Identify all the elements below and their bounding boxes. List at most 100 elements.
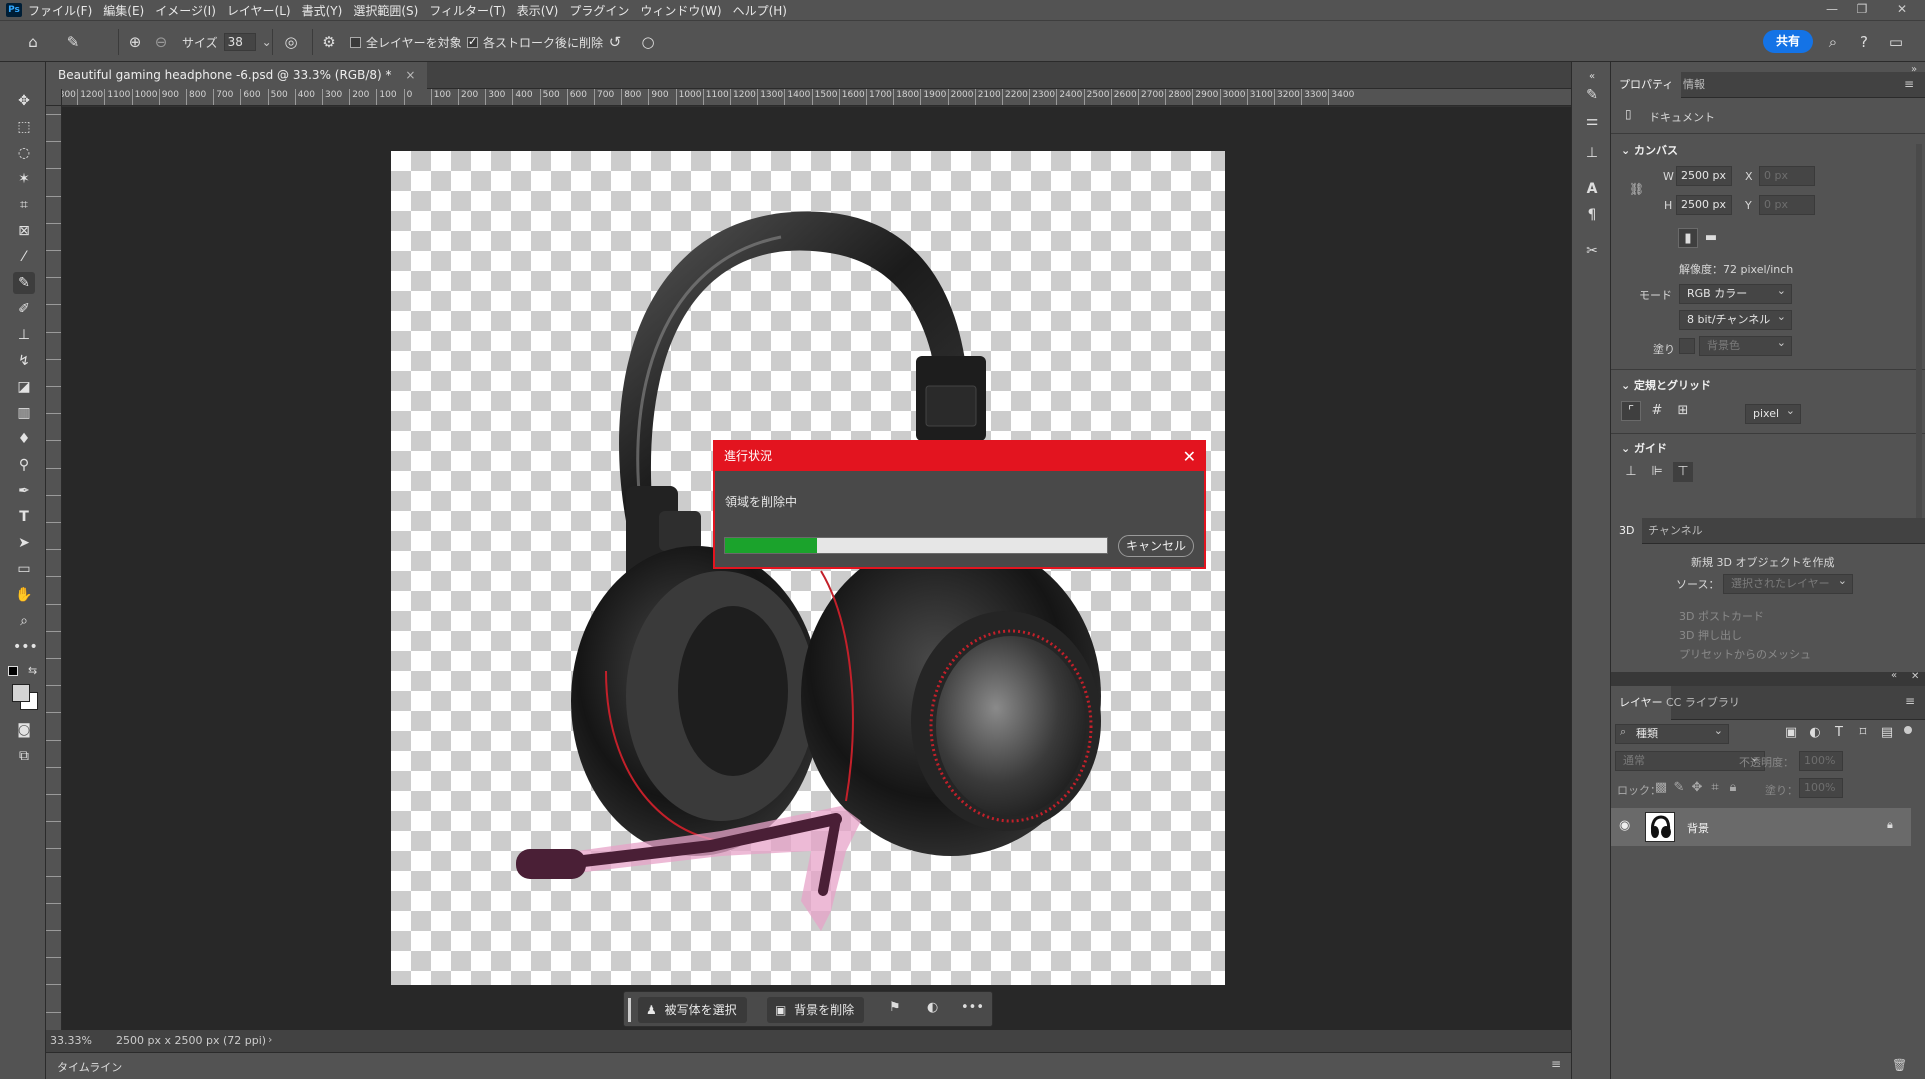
menu-image[interactable]: イメージ(I) <box>155 2 216 19</box>
lasso-tool-icon[interactable]: ◌ <box>13 142 35 164</box>
search-icon[interactable]: ⌕ <box>1822 31 1844 53</box>
size-input[interactable]: 38 <box>223 33 256 51</box>
rectangle-tool-icon[interactable]: ▭ <box>13 558 35 580</box>
menu-type[interactable]: 書式(Y) <box>302 2 343 19</box>
ruler-toggle-icon[interactable]: ⌜ <box>1621 401 1641 421</box>
height-input[interactable]: 2500 px <box>1676 195 1732 215</box>
home-icon[interactable]: ⌂ <box>22 31 44 53</box>
adjust-icon[interactable]: ◐ <box>927 1000 938 1015</box>
menu-plugins[interactable]: プラグイン <box>569 2 629 19</box>
restore-button[interactable]: ❐ <box>1847 0 1877 20</box>
tab-cc-libraries[interactable]: CC ライブラリ <box>1658 686 1748 720</box>
blur-tool-icon[interactable]: ♦ <box>13 428 35 450</box>
gradient-tool-icon[interactable]: ▥ <box>13 402 35 424</box>
timeline-tab[interactable]: タイムライン <box>57 1059 122 1075</box>
paragraph-icon[interactable]: ¶ <box>1581 204 1603 226</box>
opacity-input[interactable]: 100% <box>1799 751 1843 771</box>
stamp-tool-icon[interactable]: ⊥ <box>13 324 35 346</box>
move-tool-icon[interactable]: ✥ <box>13 90 35 112</box>
filter-type-icon[interactable]: T <box>1829 723 1849 743</box>
tab-3d[interactable]: 3D <box>1611 518 1643 544</box>
timeline-menu-icon[interactable]: ≡ <box>1551 1057 1561 1071</box>
x-input[interactable]: 0 px <box>1759 166 1815 186</box>
close-layers-icon[interactable]: ✕ <box>1911 671 1919 682</box>
lock-all-icon[interactable]: 🔒︎ <box>1723 778 1743 798</box>
tools-preset-icon[interactable]: ✂ <box>1581 240 1603 262</box>
eraser-tool-icon[interactable]: ◪ <box>13 376 35 398</box>
delete-after-stroke-checkbox[interactable]: 各ストローク後に削除 <box>467 31 603 53</box>
taskbar-handle[interactable] <box>628 998 631 1022</box>
sample-all-layers-checkbox[interactable]: 全レイヤーを対象 <box>350 31 462 53</box>
menu-file[interactable]: ファイル(F) <box>28 2 92 19</box>
screen-mode-icon[interactable]: ⧉ <box>13 745 35 767</box>
eyedropper-tool-icon[interactable]: ⁄ <box>13 246 35 268</box>
layer-filter-select[interactable]: 種類 <box>1615 722 1729 744</box>
menu-layer[interactable]: レイヤー(L) <box>227 2 291 19</box>
brush-settings-icon[interactable]: ✎ <box>1581 84 1603 106</box>
properties-menu-icon[interactable]: ≡ <box>1904 77 1914 91</box>
settings-gear-icon[interactable]: ⚙ <box>318 31 340 53</box>
document-tab[interactable]: Beautiful gaming headphone -6.psd @ 33.3… <box>46 62 428 89</box>
stamp-panel-icon[interactable]: ⊥ <box>1581 142 1603 164</box>
collapse-layers-icon[interactable]: « <box>1891 670 1897 681</box>
source-select[interactable]: 選択されたレイヤー <box>1723 572 1853 594</box>
guide-layout-icon[interactable]: ⊥ <box>1621 462 1641 482</box>
workspace-icon[interactable]: ▭ <box>1885 31 1907 53</box>
filter-pixel-icon[interactable]: ▣ <box>1781 723 1801 743</box>
link-icon[interactable]: ⛓ <box>1629 182 1644 196</box>
pressure-size-icon[interactable]: ◎ <box>280 31 302 53</box>
frame-tool-icon[interactable]: ⊠ <box>13 220 35 242</box>
remove-tool-icon[interactable]: ✎ <box>13 272 35 294</box>
menu-select[interactable]: 選択範囲(S) <box>353 2 418 19</box>
remove-background-button[interactable]: ▣ 背景を削除 <box>767 997 865 1023</box>
properties-scrollbar[interactable] <box>1916 144 1922 544</box>
cancel-button[interactable]: キャンセル <box>1118 535 1194 557</box>
brush-tool-icon[interactable]: ✐ <box>13 298 35 320</box>
lock-paint-icon[interactable]: ✎ <box>1669 778 1689 798</box>
crop-tool-icon[interactable]: ⌗ <box>13 194 35 216</box>
minimize-button[interactable]: — <box>1817 0 1847 20</box>
portrait-orientation-icon[interactable]: ▮ <box>1678 228 1698 248</box>
y-input[interactable]: 0 px <box>1759 195 1815 215</box>
visibility-eye-icon[interactable]: ◉ <box>1619 818 1630 833</box>
bit-depth-select[interactable]: 8 bit/チャンネル <box>1679 308 1792 330</box>
canvas-section[interactable]: ⌄ カンバス <box>1621 142 1678 158</box>
document-info[interactable]: 2500 px x 2500 px (72 ppi) <box>116 1034 266 1047</box>
adjustments-icon[interactable]: ⚌ <box>1581 110 1603 132</box>
pen-tool-icon[interactable]: ✒ <box>13 480 35 502</box>
horizontal-ruler[interactable]: 1300120011001000900800700600500400300200… <box>62 89 1577 106</box>
sample-all-checkbox-box[interactable] <box>350 36 361 48</box>
unit-select[interactable]: pixel <box>1745 402 1801 424</box>
lock-position-icon[interactable]: ✥ <box>1687 778 1707 798</box>
tab-channels[interactable]: チャンネル <box>1640 518 1711 544</box>
delete-layer-icon[interactable]: 🗑︎ <box>1892 1058 1907 1072</box>
apply-circle-icon[interactable]: ○ <box>637 31 659 53</box>
3d-postcard-option[interactable]: 3D ポストカード <box>1679 608 1764 624</box>
share-button[interactable]: 共有 <box>1763 30 1813 53</box>
close-document-icon[interactable]: × <box>405 68 415 82</box>
fill-swatch[interactable] <box>1679 338 1695 354</box>
filter-adjust-icon[interactable]: ◐ <box>1805 723 1825 743</box>
menu-help[interactable]: ヘルプ(H) <box>733 2 787 19</box>
add-mode-icon[interactable]: ⊕ <box>124 31 146 53</box>
path-selection-tool-icon[interactable]: ➤ <box>13 532 35 554</box>
magic-wand-tool-icon[interactable]: ✶ <box>13 168 35 190</box>
filter-smart-icon[interactable]: ▤ <box>1877 723 1897 743</box>
layer-fill-input[interactable]: 100% <box>1799 778 1843 798</box>
guide-from-shape-icon[interactable]: ⊤ <box>1673 462 1693 482</box>
undo-stroke-icon[interactable]: ↺ <box>604 31 626 53</box>
layers-menu-icon[interactable]: ≡ <box>1905 694 1915 708</box>
quick-mask-icon[interactable]: ◙ <box>13 719 35 741</box>
remove-tool-preset-icon[interactable]: ✎ <box>62 31 84 53</box>
more-tools-icon[interactable]: ••• <box>13 636 38 658</box>
tab-info[interactable]: 情報 <box>1675 72 1713 98</box>
menu-filter[interactable]: フィルター(T) <box>429 2 505 19</box>
hand-tool-icon[interactable]: ✋ <box>13 584 35 606</box>
new-guide-icon[interactable]: ⊫ <box>1647 462 1667 482</box>
dodge-tool-icon[interactable]: ⚲ <box>13 454 35 476</box>
zoom-tool-icon[interactable]: ⌕ <box>13 610 35 632</box>
lock-artboard-icon[interactable]: ⌗ <box>1705 778 1725 798</box>
status-expand-icon[interactable]: › <box>268 1033 272 1046</box>
default-colors-icon[interactable] <box>8 666 18 676</box>
tab-properties[interactable]: プロパティ <box>1611 72 1682 98</box>
